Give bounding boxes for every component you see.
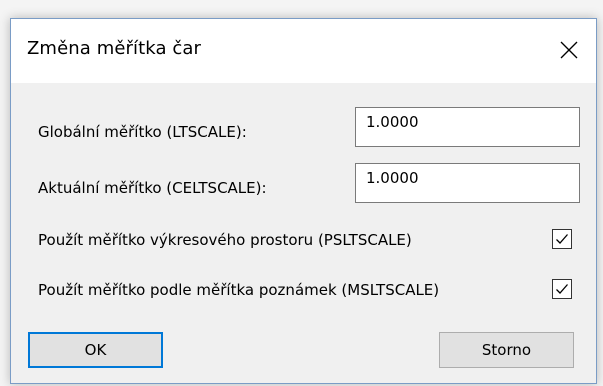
cancel-button[interactable]: Storno [439,332,574,368]
msltscale-label: Použít měřítko podle měřítka poznámek (M… [38,281,440,299]
close-button[interactable] [550,31,588,69]
cancel-button-label: Storno [481,341,532,359]
dialog-title: Změna měřítka čar [27,38,202,59]
msltscale-checkbox[interactable] [552,279,572,299]
checkmark-icon [556,284,568,294]
title-bar[interactable]: Změna měřítka čar [11,19,596,83]
psltscale-label: Použít měřítko výkresového prostoru (PSL… [38,231,412,249]
close-icon [560,41,578,59]
current-scale-label: Aktuální měřítko (CELTSCALE): [38,179,267,197]
current-scale-input[interactable]: 1.0000 [355,163,580,203]
psltscale-checkbox[interactable] [552,229,572,249]
ok-button-label: OK [84,341,107,359]
global-scale-input[interactable]: 1.0000 [355,107,580,147]
global-scale-label: Globální měřítko (LTSCALE): [38,123,247,141]
current-scale-value: 1.0000 [366,169,419,187]
ok-button[interactable]: OK [28,332,163,368]
checkmark-icon [556,234,568,244]
global-scale-value: 1.0000 [366,113,419,131]
line-scale-dialog: Změna měřítka čar Globální měřítko (LTSC… [10,18,597,384]
